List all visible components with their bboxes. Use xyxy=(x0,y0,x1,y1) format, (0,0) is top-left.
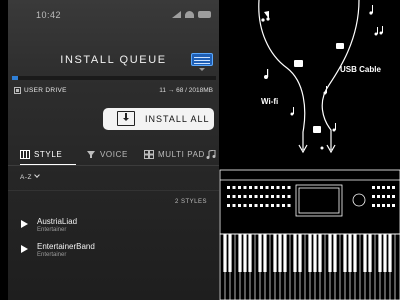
tab-style[interactable]: STYLE xyxy=(20,143,76,166)
sort-divider xyxy=(8,190,219,191)
list-item[interactable]: EntertainerBand Entertainer xyxy=(8,240,219,264)
item-count: 2 STYLES xyxy=(174,199,207,205)
category-tabs: STYLE VOICE MULTI PAD xyxy=(8,143,219,166)
wifi-label: Wi-fi xyxy=(261,97,278,106)
music-note-icon xyxy=(206,149,216,159)
tab-divider xyxy=(8,165,219,166)
install-all-button[interactable]: INSTALL ALL xyxy=(103,108,214,130)
install-progress-fill xyxy=(12,76,19,80)
connection-diagram: Wi-fi USB Cable xyxy=(219,0,400,300)
drive-usage: 11 → 68 / 2018MB xyxy=(159,87,213,94)
style-icon xyxy=(20,149,30,159)
status-bar: 10:42 xyxy=(8,10,219,24)
tab-multi-pad[interactable]: MULTI PAD xyxy=(144,143,205,165)
item-category: Entertainer xyxy=(37,252,67,258)
battery-icon xyxy=(198,11,211,18)
multi-pad-icon xyxy=(144,149,154,159)
install-all-label: INSTALL ALL xyxy=(145,114,210,124)
tab-song[interactable] xyxy=(206,143,216,165)
sort-label: A-Z xyxy=(20,174,32,181)
chevron-down-icon xyxy=(34,172,40,178)
voice-icon xyxy=(87,150,95,158)
device-select-button[interactable] xyxy=(191,53,213,66)
tab-voice-label: VOICE xyxy=(100,149,128,159)
drive-info: USER DRIVE 11 → 68 / 2018MB xyxy=(14,86,213,98)
tab-voice[interactable]: VOICE xyxy=(86,143,128,165)
drive-label: USER DRIVE xyxy=(24,87,67,94)
download-icon xyxy=(117,111,135,126)
tab-style-label: STYLE xyxy=(34,149,63,159)
app-panel: 10:42 INSTALL QUEUE USER DRIVE 11 → 68 /… xyxy=(8,0,219,300)
item-name: EntertainerBand xyxy=(37,242,95,251)
sort-dropdown[interactable]: A-Z xyxy=(20,172,40,181)
tab-multi-pad-label: MULTI PAD xyxy=(158,149,205,159)
play-icon[interactable] xyxy=(21,245,28,253)
list-item[interactable]: AustriaLiad Entertainer xyxy=(8,215,219,239)
wifi-icon xyxy=(185,11,194,18)
install-progress-bar xyxy=(12,76,216,80)
usb-cable-label: USB Cable xyxy=(340,65,381,74)
item-category: Entertainer xyxy=(37,227,67,233)
item-name: AustriaLiad xyxy=(37,217,78,226)
connection-illustration: Wi-fi USB Cable xyxy=(219,0,400,300)
chevron-down-icon[interactable] xyxy=(199,68,205,71)
signal-icon xyxy=(172,11,181,18)
page-title: INSTALL QUEUE xyxy=(60,54,167,66)
status-time: 10:42 xyxy=(36,10,62,20)
drive-icon xyxy=(14,87,21,94)
play-icon[interactable] xyxy=(21,220,28,228)
